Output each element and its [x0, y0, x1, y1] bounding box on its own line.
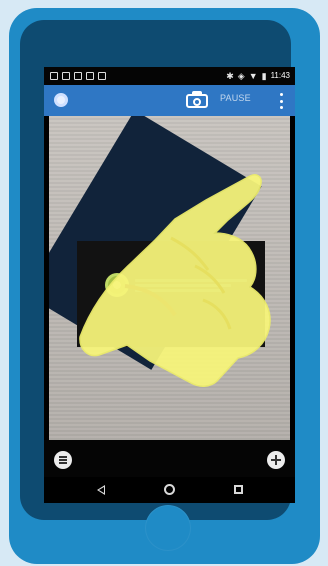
pointing-hand-shape	[79, 174, 271, 387]
notification-icon	[50, 72, 58, 80]
vibrate-icon: ◈	[237, 71, 245, 81]
compass-icon[interactable]	[54, 93, 68, 107]
menu-dot	[279, 93, 283, 96]
status-left-icons	[50, 67, 106, 85]
notification-icon	[98, 72, 106, 80]
list-icon[interactable]	[54, 451, 72, 469]
status-bar: ✱ ◈ ▼ ▮ 11:43	[44, 67, 295, 85]
camera-icon[interactable]	[186, 91, 208, 108]
home-icon[interactable]	[164, 484, 175, 495]
status-time: 11:43	[270, 71, 290, 80]
back-icon[interactable]	[97, 485, 105, 495]
camera-lens	[193, 98, 201, 106]
wifi-icon: ▼	[248, 71, 258, 81]
pause-label[interactable]: PAUSE	[220, 93, 251, 103]
menu-dot	[279, 106, 283, 109]
camera-preview	[49, 116, 290, 440]
notification-icon	[62, 72, 70, 80]
phone-screen: ✱ ◈ ▼ ▮ 11:43 PAUSE	[44, 67, 295, 503]
menu-dot	[279, 99, 283, 103]
bluetooth-icon: ✱	[226, 71, 234, 81]
status-right-icons: ✱ ◈ ▼ ▮ 11:43	[226, 67, 290, 85]
add-icon[interactable]	[267, 451, 285, 469]
android-nav-bar	[44, 477, 295, 503]
menu-dots-icon[interactable]	[278, 93, 284, 109]
app-bar: PAUSE	[44, 85, 295, 116]
physical-home-button[interactable]	[145, 505, 191, 551]
pointing-hand-overlay	[79, 174, 271, 387]
notification-icon	[86, 72, 94, 80]
battery-icon: ▮	[261, 71, 267, 81]
notification-icon	[74, 72, 82, 80]
bottom-action-row	[44, 440, 295, 477]
recent-apps-icon[interactable]	[234, 485, 243, 494]
